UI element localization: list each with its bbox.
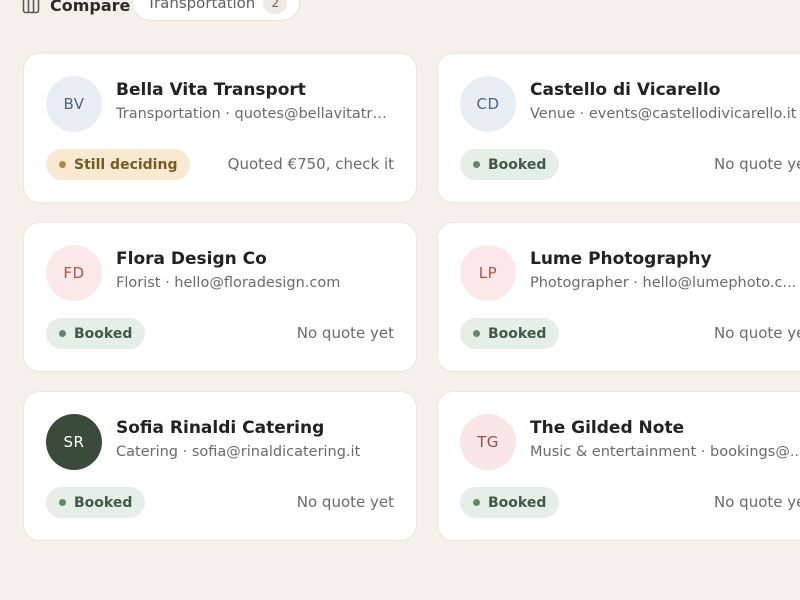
columns-icon bbox=[22, 0, 40, 14]
quote-note: No quote yet bbox=[296, 324, 394, 342]
avatar: LP bbox=[460, 245, 516, 301]
avatar: BV bbox=[46, 76, 102, 132]
status-badge: Booked bbox=[460, 318, 560, 349]
vendor-card[interactable]: LP Lume Photography Photographer · hello… bbox=[437, 222, 800, 372]
quote-note: Quoted €750, check it bbox=[227, 155, 394, 173]
vendor-meta: Music & entertainment · bookings@... bbox=[530, 444, 800, 460]
status-label: Booked bbox=[488, 325, 547, 342]
filter-chip-transportation[interactable]: Transportation 2 bbox=[132, 0, 301, 21]
vendor-card[interactable]: TG The Gilded Note Music & entertainment… bbox=[437, 391, 800, 541]
status-dot bbox=[59, 330, 66, 337]
vendor-meta: Venue · events@castellodivicarello.it bbox=[530, 106, 797, 122]
vendor-name: The Gilded Note bbox=[530, 418, 685, 438]
status-badge: Booked bbox=[46, 318, 146, 349]
quote-note: No quote yet bbox=[714, 324, 800, 342]
compare-button[interactable]: Compare bbox=[22, 0, 130, 20]
status-badge: Booked bbox=[460, 149, 560, 180]
avatar: FD bbox=[46, 245, 102, 301]
vendor-name: Bella Vita Transport bbox=[116, 80, 306, 100]
status-dot bbox=[59, 499, 66, 506]
filter-chip-label: Transportation bbox=[147, 0, 256, 12]
vendor-name: Lume Photography bbox=[530, 249, 712, 269]
status-badge: Booked bbox=[46, 487, 146, 518]
vendor-card[interactable]: SR Sofia Rinaldi Catering Catering · sof… bbox=[23, 391, 417, 541]
status-label: Still deciding bbox=[74, 156, 178, 173]
avatar: CD bbox=[460, 76, 516, 132]
compare-label: Compare bbox=[50, 0, 131, 15]
avatar: SR bbox=[46, 414, 102, 470]
status-dot bbox=[473, 161, 480, 168]
status-label: Booked bbox=[488, 494, 547, 511]
vendor-meta: Catering · sofia@rinaldicatering.it bbox=[116, 444, 361, 460]
vendor-name: Castello di Vicarello bbox=[530, 80, 721, 100]
toolbar: Compare Transportation 2 bbox=[0, 0, 800, 22]
vendor-name: Flora Design Co bbox=[116, 249, 267, 269]
status-dot bbox=[473, 499, 480, 506]
status-label: Booked bbox=[488, 156, 547, 173]
vendor-card[interactable]: CD Castello di Vicarello Venue · events@… bbox=[437, 53, 800, 203]
vendor-meta: Photographer · hello@lumephoto.c... bbox=[530, 275, 797, 291]
status-badge: Still deciding bbox=[46, 149, 191, 180]
avatar: TG bbox=[460, 414, 516, 470]
vendor-card[interactable]: BV Bella Vita Transport Transportation ·… bbox=[23, 53, 417, 203]
status-badge: Booked bbox=[460, 487, 560, 518]
status-dot bbox=[59, 161, 66, 168]
vendor-meta: Florist · hello@floradesign.com bbox=[116, 275, 341, 291]
vendor-name: Sofia Rinaldi Catering bbox=[116, 418, 325, 438]
quote-note: No quote yet bbox=[296, 493, 394, 511]
vendor-card[interactable]: FD Flora Design Co Florist · hello@flora… bbox=[23, 222, 417, 372]
status-label: Booked bbox=[74, 325, 133, 342]
quote-note: No quote yet bbox=[714, 155, 800, 173]
quote-note: No quote yet bbox=[714, 493, 800, 511]
vendor-meta: Transportation · quotes@bellavitatranspo… bbox=[116, 106, 392, 122]
filter-chip-count: 2 bbox=[263, 0, 288, 14]
status-dot bbox=[473, 330, 480, 337]
status-label: Booked bbox=[74, 494, 133, 511]
